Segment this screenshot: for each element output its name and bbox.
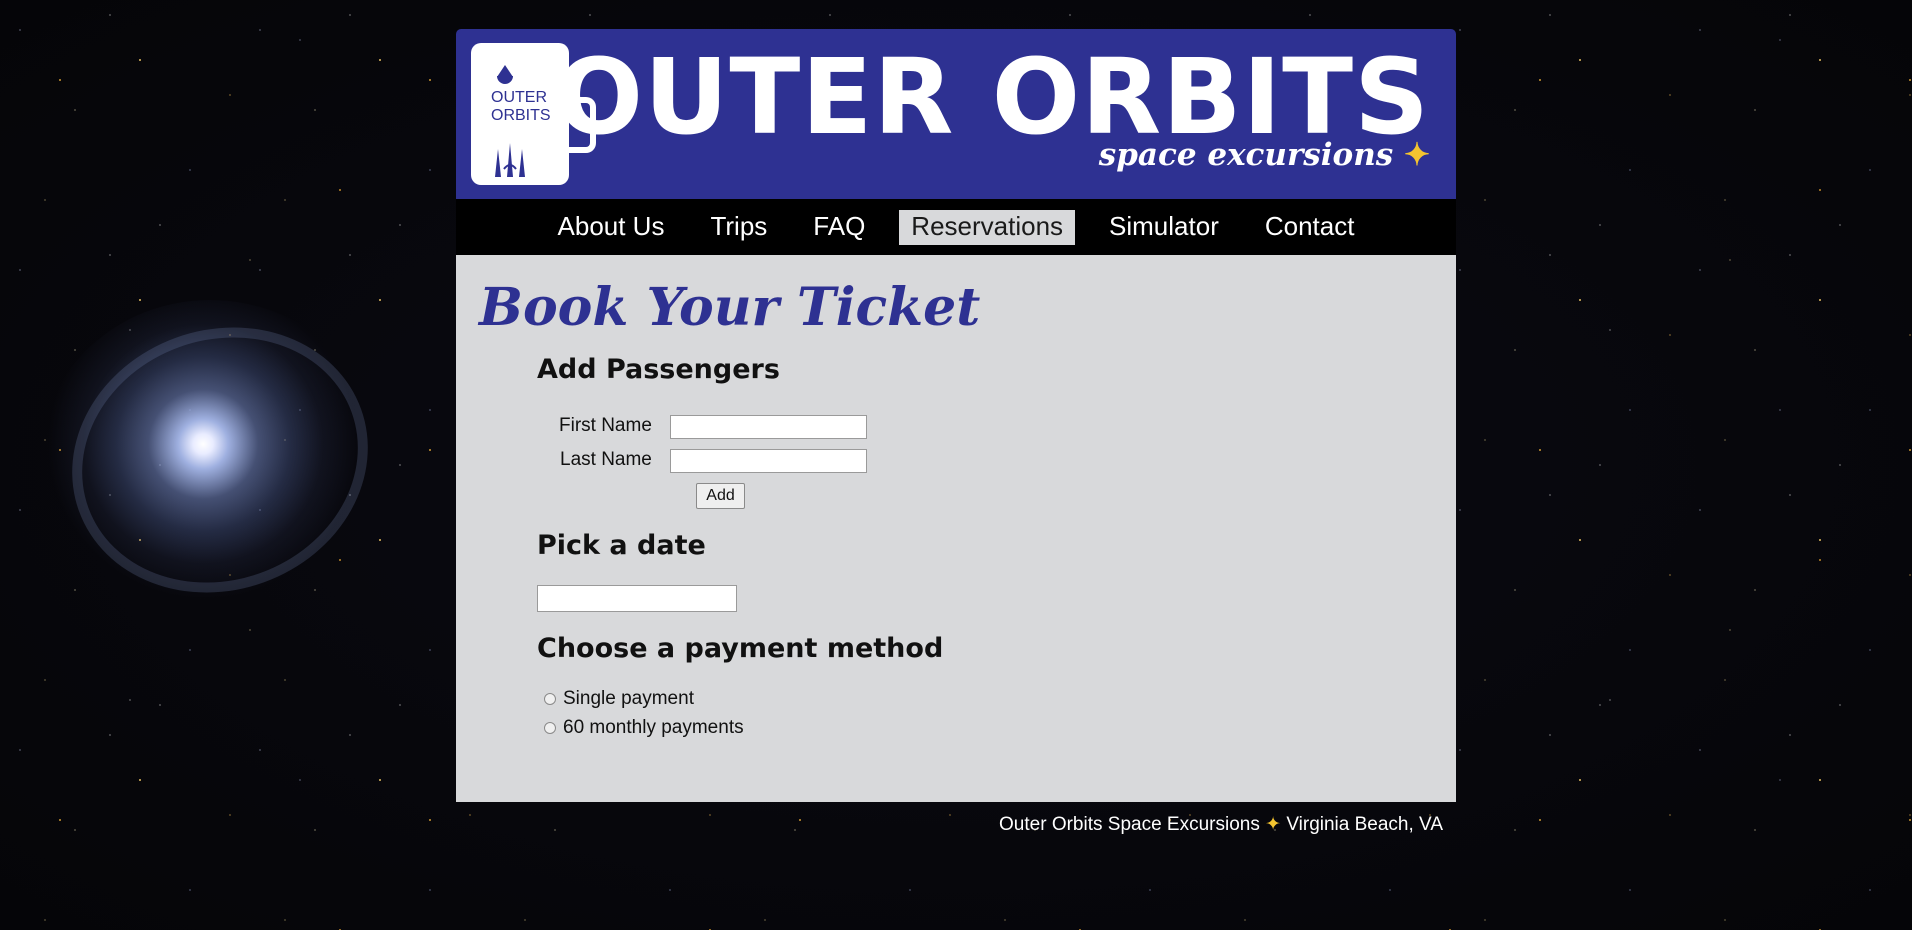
- last-name-field[interactable]: [670, 449, 867, 473]
- logo-text: OUTER ORBITS: [491, 89, 551, 125]
- radio-label-single: Single payment: [563, 688, 694, 709]
- radio-button-monthly[interactable]: [544, 722, 556, 734]
- page-title: Book Your Ticket: [479, 277, 981, 338]
- reservation-panel: Book Your Ticket Add Passengers First Na…: [456, 255, 1456, 802]
- nav-item-reservations[interactable]: Reservations: [899, 209, 1076, 245]
- add-passenger-button[interactable]: Add: [696, 483, 745, 509]
- sparkle-icon: ✦: [1404, 137, 1430, 173]
- last-name-label: Last Name: [560, 449, 652, 470]
- tagline-text: space excursions: [1098, 137, 1394, 173]
- main-nav: About Us Trips FAQ Reservations Simulato…: [456, 199, 1456, 255]
- nav-item-about-us[interactable]: About Us: [545, 209, 677, 245]
- date-field[interactable]: [537, 585, 737, 612]
- radio-button-single[interactable]: [544, 693, 556, 705]
- logo-line-outer: OUTER: [491, 89, 547, 106]
- first-name-field[interactable]: [670, 415, 867, 439]
- nav-item-trips[interactable]: Trips: [698, 209, 780, 245]
- site-tagline: space excursions ✦: [1099, 137, 1430, 173]
- footer-company: Outer Orbits Space Excursions: [999, 814, 1260, 835]
- payment-option-monthly[interactable]: 60 monthly payments: [544, 717, 744, 739]
- nav-item-contact[interactable]: Contact: [1252, 209, 1367, 245]
- page-container: OUTER ORBITS OUTER ORBITS space excursio…: [456, 29, 1456, 836]
- footer-sparkle-icon: ✦: [1265, 814, 1282, 835]
- first-name-label: First Name: [559, 415, 652, 436]
- payment-method-heading: Choose a payment method: [537, 633, 944, 664]
- page-footer: Outer Orbits Space Excursions ✦ Virginia…: [456, 813, 1456, 836]
- drop-icon-base: [497, 76, 513, 84]
- nav-item-faq[interactable]: FAQ: [801, 209, 878, 245]
- footer-location: Virginia Beach, VA: [1286, 814, 1443, 835]
- payment-option-single[interactable]: Single payment: [544, 688, 694, 710]
- logo-line-orbits: ORBITS: [491, 107, 551, 124]
- add-passengers-heading: Add Passengers: [537, 354, 780, 385]
- pick-date-heading: Pick a date: [537, 530, 706, 561]
- header-banner: OUTER ORBITS OUTER ORBITS space excursio…: [456, 29, 1456, 199]
- rocket-icon: [495, 143, 525, 177]
- radio-label-monthly: 60 monthly payments: [563, 717, 744, 738]
- nav-item-simulator[interactable]: Simulator: [1097, 209, 1231, 245]
